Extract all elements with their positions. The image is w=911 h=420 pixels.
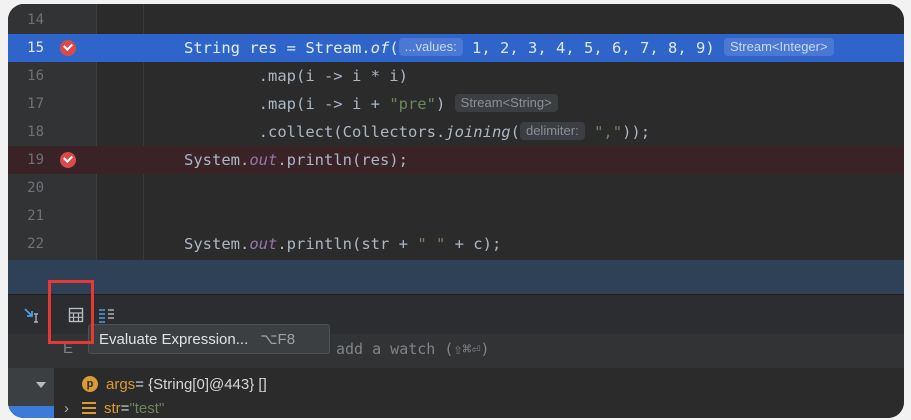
panel-divider[interactable]	[8, 260, 904, 294]
watches-icon[interactable]	[96, 305, 116, 325]
variables-panel: p args = {String[0]@443} [] › str = "tes…	[8, 368, 904, 418]
field-icon	[82, 402, 96, 414]
code-editor[interactable]: 14 15 String res = Stream.of(...values: …	[8, 4, 904, 260]
code-text: String res = Stream.of(...values: 1, 2, …	[184, 34, 834, 62]
code-line-17: 17 .map(i -> i + "pre") Stream<String>	[8, 90, 904, 118]
code-line-16: 16 .map(i -> i * i)	[8, 62, 904, 90]
code-line-19[interactable]: 19 System.out.println(res);	[8, 146, 904, 174]
line-number: 21	[27, 208, 44, 224]
type-hint: Stream<String>	[454, 94, 558, 112]
param-hint: ...values:	[398, 38, 463, 56]
highlight-annotation	[48, 280, 94, 344]
breakpoint-icon[interactable]	[60, 40, 76, 56]
line-number: 15	[27, 40, 44, 56]
code-text: .map(i -> i * i)	[184, 67, 408, 85]
parameter-icon: p	[82, 376, 98, 392]
code-text: .collect(Collectors.joining(delimiter: "…	[184, 122, 651, 141]
variable-str[interactable]: › str = "test"	[64, 396, 165, 418]
code-line-18: 18 .collect(Collectors.joining(delimiter…	[8, 118, 904, 146]
frames-sidebar	[8, 368, 54, 418]
expand-chevron-icon[interactable]: ›	[64, 400, 82, 417]
code-text: .map(i -> i + "pre") Stream<String>	[184, 90, 558, 118]
line-number: 17	[27, 96, 44, 112]
variable-name: args	[106, 375, 136, 393]
variable-equals: =	[120, 399, 130, 417]
code-line-21: 21	[8, 202, 904, 230]
code-line-14: 14	[8, 6, 904, 34]
breakpoint-icon[interactable]	[60, 152, 76, 168]
code-text: System.out.println(str + " " + c);	[184, 235, 502, 253]
watch-hint: add a watch (⇧⌘⏎)	[336, 340, 490, 358]
line-number: 18	[27, 124, 44, 140]
param-hint: delimiter:	[519, 122, 585, 140]
selected-frame-indicator[interactable]	[8, 406, 54, 418]
evaluate-tooltip: Evaluate Expression... ⌥F8	[88, 324, 330, 354]
ide-window: 14 15 String res = Stream.of(...values: …	[8, 4, 904, 418]
variable-value: = {String[0]@443} []	[135, 375, 267, 393]
code-line-22: 22 System.out.println(str + " " + c);	[8, 230, 904, 258]
tooltip-shortcut: ⌥F8	[260, 331, 296, 348]
line-number: 22	[27, 236, 44, 252]
code-text: System.out.println(res);	[184, 151, 408, 169]
line-number: 20	[27, 180, 44, 196]
code-line-15[interactable]: 15 String res = Stream.of(...values: 1, …	[8, 34, 904, 62]
line-number: 16	[27, 68, 44, 84]
line-number: 14	[27, 12, 44, 28]
step-cursor-icon[interactable]	[22, 305, 42, 325]
line-number: 19	[27, 152, 44, 168]
code-line-20: 20	[8, 174, 904, 202]
variable-args[interactable]: p args = {String[0]@443} []	[68, 372, 267, 396]
dropdown-arrow-icon[interactable]	[36, 382, 46, 388]
tooltip-label: Evaluate Expression...	[99, 330, 249, 348]
variable-name: str	[104, 399, 121, 417]
type-hint: Stream<Integer>	[724, 38, 834, 56]
variable-value: "test"	[129, 399, 165, 417]
